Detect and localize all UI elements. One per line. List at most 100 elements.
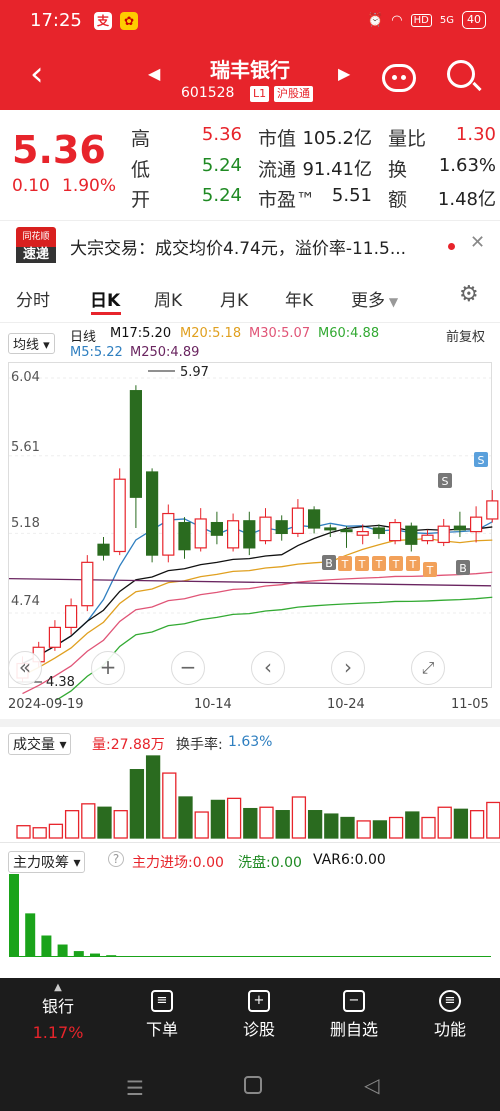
flow-bar xyxy=(9,874,19,956)
zoom-in-icon[interactable]: + xyxy=(91,651,125,685)
volume-bar xyxy=(307,810,323,839)
candle-body xyxy=(356,531,369,536)
flow-bar xyxy=(106,955,117,956)
order-button[interactable]: ≡ 下单 xyxy=(122,986,202,1040)
candle-body xyxy=(146,471,159,556)
remove-watchlist-button[interactable]: − 删自选 xyxy=(314,986,394,1040)
candle-body xyxy=(291,507,304,535)
volume-bar xyxy=(291,796,307,839)
volume-bar xyxy=(259,806,274,839)
volume-bar xyxy=(210,799,226,839)
volume-bar xyxy=(388,816,404,839)
volume-bar xyxy=(405,811,420,839)
volume-bar xyxy=(129,769,145,839)
volume-bar xyxy=(324,813,339,839)
back-nav-icon[interactable]: ◁ xyxy=(364,1073,379,1097)
candle-body xyxy=(194,518,207,549)
flow-title: 主力吸筹 xyxy=(13,855,69,871)
volume-bar xyxy=(32,827,47,839)
y-tick: 6.04 xyxy=(11,370,40,385)
volume-bar xyxy=(437,806,452,839)
candle-body xyxy=(97,543,110,556)
turnover-rate-value: 1.63% xyxy=(228,734,273,750)
volume-bar xyxy=(372,820,388,839)
volume-bar xyxy=(81,803,96,839)
flow-bar xyxy=(25,913,36,956)
x-tick: 2024-09-19 xyxy=(8,697,84,712)
y-tick: 4.74 xyxy=(11,594,40,609)
candle-body xyxy=(421,534,434,542)
candle-body xyxy=(129,390,142,498)
system-nav-bar: ☰ ◁ xyxy=(0,1068,500,1111)
buy-signal-badge-text: B xyxy=(459,562,467,575)
bottom-action-bar: ▲ 银行 1.17% ≡ 下单 + 诊股 − 删自选 ≡ 功能 xyxy=(0,978,500,1068)
kline-chart[interactable]: BSBST T T T T T xyxy=(0,0,500,700)
help-icon[interactable]: ? xyxy=(108,851,124,867)
x-tick: 10-14 xyxy=(194,697,232,712)
zoom-out-icon[interactable]: − xyxy=(171,651,205,685)
candle-body xyxy=(324,527,337,531)
flow-chart[interactable] xyxy=(0,872,500,960)
candle-body xyxy=(486,500,499,520)
flow-bar xyxy=(73,951,84,956)
buy-signal-badge-text: B xyxy=(325,557,333,570)
volume-bar xyxy=(113,810,128,839)
candle-body xyxy=(389,521,402,542)
candle-body xyxy=(178,521,191,551)
var6-value: VAR6:0.00 xyxy=(313,852,386,868)
volume-bar xyxy=(453,808,469,839)
t-signal-badge-text: T xyxy=(358,558,366,571)
section-gap xyxy=(0,719,500,727)
volume-bar xyxy=(48,823,64,839)
candle-body xyxy=(210,521,223,536)
volume-bar xyxy=(16,825,31,839)
volume-bar xyxy=(243,807,258,839)
high-marker-label: 5.97 xyxy=(180,365,209,380)
menu-icon[interactable]: ☰ xyxy=(126,1076,144,1100)
washout-value: 洗盘:0.00 xyxy=(238,855,302,871)
chevron-up-icon: ▲ xyxy=(54,982,62,993)
t-signal-badge-text: T xyxy=(341,558,349,571)
candle-body xyxy=(453,525,466,531)
candle-body xyxy=(243,520,256,549)
candle-body xyxy=(113,478,126,553)
diagnose-button[interactable]: + 诊股 xyxy=(219,986,299,1040)
candle-body xyxy=(64,605,78,628)
scroll-right-icon[interactable]: › xyxy=(331,651,365,685)
flow-bar xyxy=(41,935,52,956)
volume-bar xyxy=(194,811,209,839)
functions-button[interactable]: ≡ 功能 xyxy=(410,986,490,1040)
volume-bar xyxy=(356,820,371,839)
candle-body xyxy=(48,626,62,648)
volume-bar xyxy=(421,816,436,839)
volume-bar xyxy=(162,772,177,839)
candle-body xyxy=(275,520,288,535)
sector-name: 银行 xyxy=(41,997,74,1016)
flow-bar xyxy=(57,944,68,956)
candle-body xyxy=(227,520,240,549)
volume-bar xyxy=(145,755,161,839)
remove-watchlist-label: 删自选 xyxy=(329,1020,378,1039)
sector-pct: 1.17% xyxy=(32,1023,84,1042)
candle-body xyxy=(405,525,418,545)
volume-chart[interactable] xyxy=(0,750,500,842)
candle-body xyxy=(340,529,353,533)
collapse-left-icon[interactable]: « xyxy=(8,651,42,685)
divider xyxy=(0,842,500,843)
y-tick: 5.18 xyxy=(11,516,40,531)
volume-bar xyxy=(275,810,290,839)
scroll-left-icon[interactable]: ‹ xyxy=(251,651,285,685)
fullscreen-icon[interactable]: ⤢ xyxy=(411,651,445,685)
home-icon[interactable] xyxy=(244,1076,262,1094)
candle-body xyxy=(437,525,450,544)
candle-body xyxy=(162,512,175,556)
functions-icon: ≡ xyxy=(439,990,461,1012)
functions-label: 功能 xyxy=(433,1020,466,1039)
low-marker-label: 4.38 xyxy=(46,675,75,690)
sector-button[interactable]: ▲ 银行 1.17% xyxy=(18,982,98,1042)
volume-bar xyxy=(469,810,485,839)
flow-dropdown[interactable]: 主力吸筹 ▾ xyxy=(8,851,86,873)
volume-bar xyxy=(340,816,355,839)
volume-bar xyxy=(97,806,112,839)
diagnose-label: 诊股 xyxy=(242,1020,275,1039)
